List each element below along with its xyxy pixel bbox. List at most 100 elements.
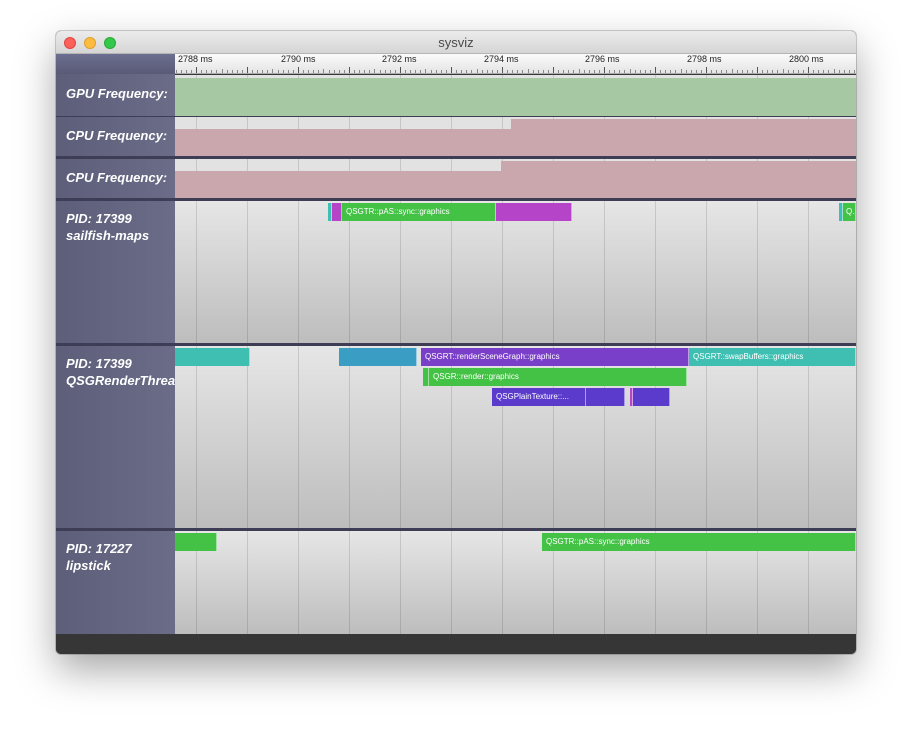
ruler-tick — [283, 70, 284, 73]
process-lane-lipstick[interactable]: QSGTR::pAS::sync::graphics — [175, 531, 856, 634]
ruler-tick — [252, 70, 253, 73]
ruler-tick-label: 2792 ms — [382, 54, 417, 64]
ruler-tick — [558, 70, 559, 73]
track-separator — [56, 156, 856, 159]
ruler-tick — [543, 70, 544, 73]
ruler-tick — [528, 69, 529, 73]
trace-slice[interactable]: QSGTR::pAS::sync::graphics — [542, 533, 856, 551]
process-name: lipstick — [66, 558, 111, 573]
process-lane-sailfish-maps[interactable]: QSGTR::pAS::sync::graphics QS — [175, 201, 856, 343]
cpu-frequency-bar — [175, 129, 511, 156]
ruler-tick — [522, 70, 523, 73]
trace-slice[interactable] — [633, 388, 670, 406]
grid-line — [757, 346, 758, 528]
ruler-tick — [701, 70, 702, 73]
ruler-tick — [257, 70, 258, 73]
trace-slice[interactable] — [586, 388, 625, 406]
ruler-tick — [742, 70, 743, 73]
grid-line — [196, 201, 197, 343]
ruler-tick — [201, 70, 202, 73]
trace-slice[interactable] — [175, 348, 250, 366]
grid-line — [451, 531, 452, 634]
process-lane-qsgrenderthread[interactable]: QSGRT::renderSceneGraph::graphics QSGRT:… — [175, 346, 856, 528]
grid-line — [706, 201, 707, 343]
ruler-tick — [732, 69, 733, 73]
ruler-tick — [808, 67, 809, 73]
ruler-tick — [844, 70, 845, 73]
time-ruler[interactable]: 2788 ms 2790 ms 2792 ms 2794 ms 2796 ms … — [175, 54, 856, 74]
ruler-tick — [849, 70, 850, 73]
ruler-tick — [823, 70, 824, 73]
cpu-frequency-lane[interactable] — [175, 159, 856, 198]
ruler-tick — [854, 70, 855, 73]
trace-slice[interactable]: QSGTR::pAS::sync::graphics — [342, 203, 496, 221]
horizontal-scrollbar[interactable] — [56, 634, 856, 654]
ruler-tick — [803, 70, 804, 73]
ruler-tick — [323, 69, 324, 73]
ruler-tick — [308, 70, 309, 73]
track-separator — [56, 116, 856, 117]
trace-slice[interactable] — [332, 203, 342, 221]
process-pid: PID: 17399 — [66, 211, 132, 226]
ruler-tick — [395, 70, 396, 73]
ruler-tick — [492, 70, 493, 73]
ruler-tick — [313, 70, 314, 73]
process-name: sailfish-maps — [66, 228, 150, 243]
cpu-frequency-bar — [175, 171, 501, 198]
ruler-tick — [329, 70, 330, 73]
ruler-tick — [288, 70, 289, 73]
track-label-cpu-frequency: CPU Frequency: — [66, 128, 168, 143]
ruler-tick — [369, 70, 370, 73]
ruler-tick — [517, 70, 518, 73]
trace-slice[interactable] — [339, 348, 417, 366]
cpu-frequency-bar — [511, 119, 856, 156]
ruler-tick — [247, 67, 248, 73]
ruler-tick — [630, 69, 631, 73]
ruler-tick — [660, 70, 661, 73]
ruler-tick — [507, 70, 508, 73]
trace-slice[interactable]: QSGRT::renderSceneGraph::graphics — [421, 348, 689, 366]
ruler-tick — [216, 70, 217, 73]
grid-line — [298, 346, 299, 528]
ruler-tick — [431, 70, 432, 73]
ruler-tick — [579, 69, 580, 73]
track-label-cpu-frequency: CPU Frequency: — [66, 170, 168, 185]
ruler-tick — [640, 70, 641, 73]
ruler-tick — [681, 69, 682, 73]
ruler-tick — [303, 70, 304, 73]
trace-slice[interactable]: QSGR::render::graphics — [429, 368, 687, 386]
window-title: sysviz — [438, 35, 474, 50]
ruler-tick — [211, 70, 212, 73]
ruler-tick — [777, 70, 778, 73]
trace-slice[interactable]: QSGRT::swapBuffers::graphics — [689, 348, 856, 366]
ruler-tick — [298, 67, 299, 73]
grid-line — [400, 346, 401, 528]
cpu-frequency-lane[interactable] — [175, 117, 856, 156]
ruler-tick — [374, 69, 375, 73]
trace-slice[interactable] — [175, 533, 217, 551]
ruler-tick — [614, 70, 615, 73]
ruler-tick — [716, 70, 717, 73]
trace-slice[interactable] — [496, 203, 572, 221]
ruler-tick — [456, 70, 457, 73]
track-label-process: PID: 17399 sailfish-maps — [66, 210, 175, 244]
ruler-tick — [538, 70, 539, 73]
ruler-tick — [196, 67, 197, 73]
trace-slice[interactable]: QSGPlainTexture::... — [492, 388, 586, 406]
grid-line — [247, 201, 248, 343]
ruler-tick — [599, 70, 600, 73]
ruler-tick — [767, 70, 768, 73]
trace-slice[interactable]: QS — [843, 203, 856, 221]
ruler-tick — [176, 70, 177, 73]
ruler-tick — [788, 70, 789, 73]
grid-line — [247, 346, 248, 528]
grid-line — [502, 201, 503, 343]
ruler-tick — [425, 69, 426, 73]
grid-line — [706, 346, 707, 528]
ruler-tick — [461, 70, 462, 73]
gpu-frequency-lane[interactable] — [175, 75, 856, 116]
grid-line — [196, 346, 197, 528]
ruler-tick — [390, 70, 391, 73]
track-separator — [56, 198, 856, 201]
ruler-tick — [293, 70, 294, 73]
